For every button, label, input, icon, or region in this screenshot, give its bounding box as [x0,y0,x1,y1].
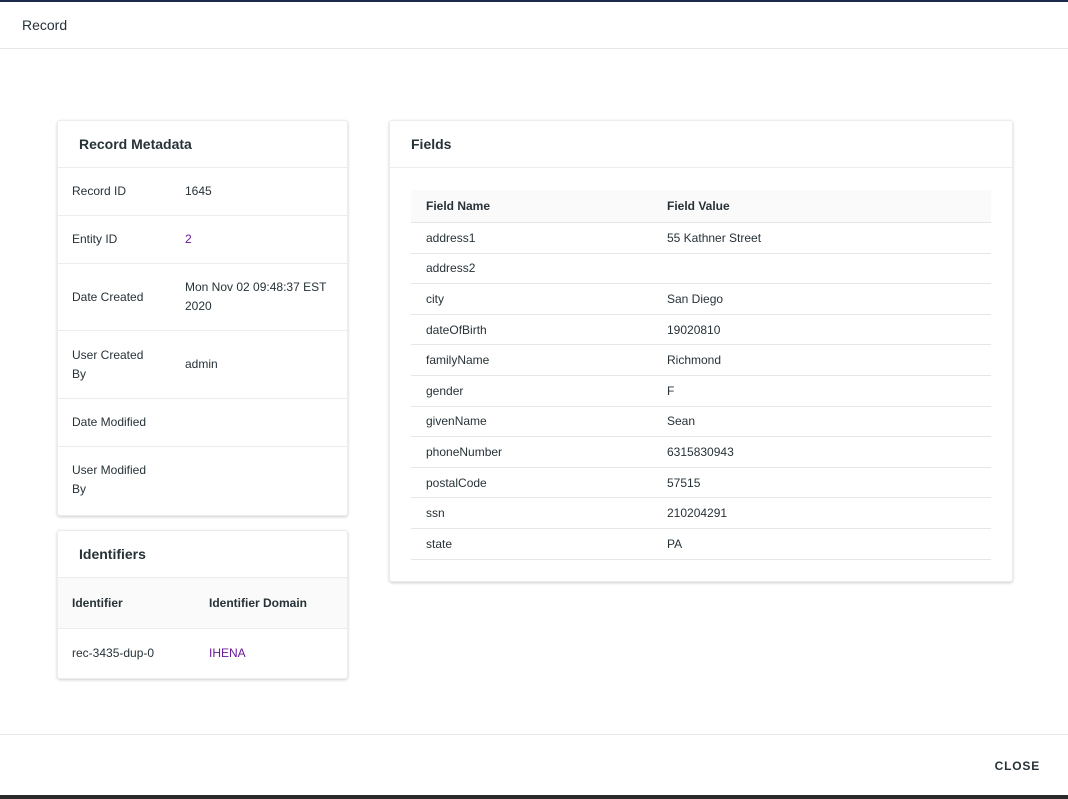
field-name: phoneNumber [426,444,503,459]
identifier-value: rec-3435-dup-0 [72,646,155,660]
table-row: phoneNumber 6315830943 [411,437,991,468]
field-name: address2 [426,261,476,276]
table-row: rec-3435-dup-0 IHENA [58,629,347,677]
table-row: city San Diego [411,284,991,315]
dialog-title: Record [22,17,68,33]
field-name: ssn [426,506,445,521]
column-header-identifier: Identifier [72,596,123,610]
field-value: 19020810 [667,322,721,337]
metadata-label: User Created By [72,347,144,381]
column-header-identifier-domain: Identifier Domain [209,596,308,610]
table-row: address2 [411,254,991,285]
field-value: San Diego [667,291,724,306]
field-name: givenName [426,414,487,429]
metadata-label: Entity ID [72,232,118,246]
metadata-row-user-modified-by: User Modified By [58,447,347,513]
field-name: gender [426,383,464,398]
field-value: 210204291 [667,506,728,521]
fields-table-header: Field Name Field Value [411,190,991,223]
table-row: postalCode 57515 [411,468,991,499]
field-value: Sean [667,414,696,429]
field-value: F [667,383,675,398]
field-value: PA [667,536,683,551]
column-header-field-name: Field Name [426,199,491,213]
record-dialog: Record Record Metadata Record ID 1645 En… [0,2,1068,795]
identifier-domain-link[interactable]: IHENA [209,646,246,660]
identifiers-table-header: Identifier Identifier Domain [58,578,347,629]
identifiers-card: Identifiers Identifier Identifier Domain… [57,530,348,679]
fields-title: Fields [390,121,1012,168]
field-name: postalCode [426,475,487,490]
field-name: dateOfBirth [426,322,487,337]
metadata-label: Record ID [72,184,127,198]
identifiers-title: Identifiers [58,531,347,578]
dialog-header: Record [0,2,1068,49]
metadata-value: 1645 [185,184,212,198]
metadata-label: Date Created [72,289,144,304]
table-row: address1 55 Kathner Street [411,223,991,254]
metadata-row-date-created: Date Created Mon Nov 02 09:48:37 EST 202… [58,264,347,331]
record-metadata-title: Record Metadata [58,121,347,168]
table-row: gender F [411,376,991,407]
entity-id-link[interactable]: 2 [185,230,347,249]
metadata-label: Date Modified [72,415,147,429]
metadata-row-entity-id: Entity ID 2 [58,216,347,264]
table-row: state PA [411,529,991,560]
field-value: Richmond [667,353,722,368]
metadata-value: admin [185,357,218,371]
column-header-field-value: Field Value [667,199,730,213]
metadata-row-record-id: Record ID 1645 [58,168,347,216]
dialog-footer: CLOSE [0,734,1068,795]
field-value: 55 Kathner Street [667,230,762,245]
field-name: state [426,536,453,551]
table-row: givenName Sean [411,407,991,438]
metadata-value: Mon Nov 02 09:48:37 EST 2020 [185,280,327,313]
metadata-row-date-modified: Date Modified [58,399,347,447]
fields-card: Fields Field Name Field Value address1 55… [389,120,1013,582]
fields-table: Field Name Field Value address1 55 Kathne… [411,190,991,560]
table-row: ssn 210204291 [411,498,991,529]
metadata-row-user-created-by: User Created By admin [58,331,347,399]
close-button[interactable]: CLOSE [995,759,1040,773]
field-value: 57515 [667,475,701,490]
table-row: dateOfBirth 19020810 [411,315,991,346]
field-value: 6315830943 [667,444,734,459]
field-name: city [426,291,444,306]
record-metadata-card: Record Metadata Record ID 1645 Entity ID… [57,120,348,516]
table-row: familyName Richmond [411,345,991,376]
field-name: familyName [426,353,490,368]
field-name: address1 [426,230,476,245]
metadata-label: User Modified By [72,463,147,496]
